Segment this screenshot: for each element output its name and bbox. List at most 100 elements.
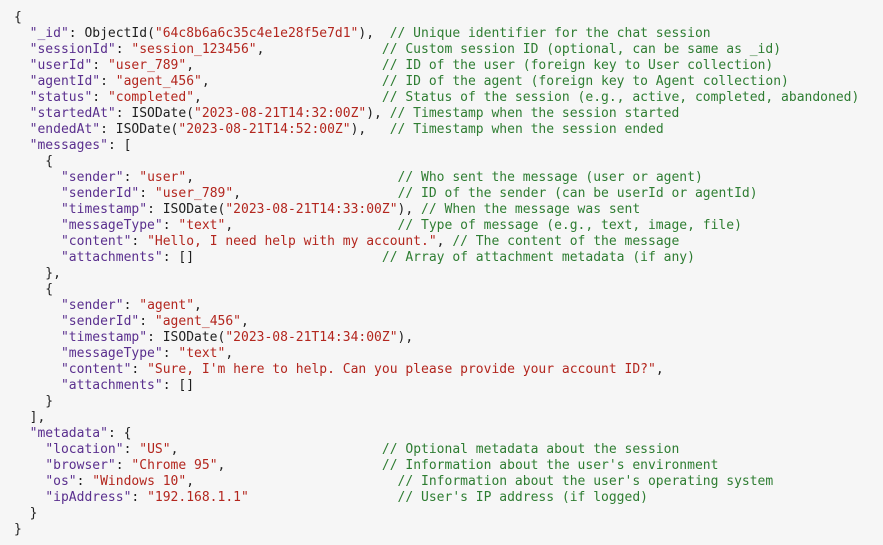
string-value: "Chrome 95" bbox=[131, 458, 218, 473]
code-punctuation: : bbox=[131, 362, 148, 377]
string-value: "session_123456" bbox=[131, 42, 257, 57]
string-value: "US" bbox=[139, 442, 171, 457]
string-value: "agent" bbox=[139, 298, 195, 313]
code-line: }, bbox=[14, 266, 859, 282]
json-key: "sender" bbox=[60, 298, 124, 313]
json-key: "attachments" bbox=[60, 250, 163, 265]
json-key: "sessionId" bbox=[29, 42, 116, 57]
code-line: "browser": "Chrome 95", // Information a… bbox=[14, 458, 859, 474]
code-line: "sender": "user", // Who sent the messag… bbox=[14, 170, 859, 186]
json-key: "endedAt" bbox=[29, 122, 101, 137]
code-punctuation bbox=[14, 202, 61, 217]
code-punctuation: : bbox=[92, 58, 108, 73]
code-line: "timestamp": ISODate("2023-08-21T14:33:0… bbox=[14, 202, 859, 218]
code-comment: // When the message was sent bbox=[421, 202, 641, 217]
json-key: "agentId" bbox=[29, 74, 101, 89]
json-key: "senderId" bbox=[60, 314, 140, 329]
code-punctuation bbox=[14, 74, 30, 89]
json-key: "messages" bbox=[29, 138, 108, 153]
code-block: { "_id": ObjectId("64c8b6a6c35c4e1e28f5e… bbox=[14, 10, 859, 538]
json-key: "timestamp" bbox=[60, 202, 148, 217]
json-key: "sender" bbox=[60, 170, 124, 185]
json-key: "messageType" bbox=[60, 346, 163, 361]
json-key: "status" bbox=[29, 90, 93, 105]
string-value: "agent_456" bbox=[154, 314, 241, 329]
code-comment: // Information about the user's environm… bbox=[381, 458, 719, 473]
code-punctuation: } bbox=[14, 506, 38, 521]
code-comment: // ID of the agent (foreign key to Agent… bbox=[381, 74, 789, 89]
json-key: "os" bbox=[45, 474, 77, 489]
code-punctuation bbox=[14, 490, 45, 505]
json-key: "location" bbox=[45, 442, 124, 457]
code-punctuation: : bbox=[162, 218, 179, 233]
code-punctuation: : bbox=[131, 490, 148, 505]
code-punctuation: , bbox=[201, 74, 382, 89]
code-punctuation: : bbox=[115, 458, 132, 473]
string-value: "text" bbox=[178, 346, 226, 361]
code-comment: // Custom session ID (optional, can be s… bbox=[381, 42, 782, 57]
code-punctuation bbox=[14, 90, 30, 105]
code-punctuation: : [] bbox=[162, 378, 195, 393]
code-punctuation: ), bbox=[366, 106, 390, 121]
code-punctuation bbox=[14, 362, 61, 377]
code-punctuation bbox=[14, 378, 61, 393]
code-line: "messageType": "text", // Type of messag… bbox=[14, 218, 859, 234]
code-line: "startedAt": ISODate("2023-08-21T14:32:0… bbox=[14, 106, 859, 122]
code-punctuation: , bbox=[655, 362, 664, 377]
code-punctuation bbox=[14, 298, 61, 313]
code-punctuation: { bbox=[14, 10, 22, 25]
string-value: "Windows 10" bbox=[92, 474, 187, 489]
json-key: "metadata" bbox=[29, 426, 108, 441]
string-value: "2023-08-21T14:33:00Z" bbox=[225, 202, 398, 217]
string-value: "user_789" bbox=[154, 186, 234, 201]
json-key: "attachments" bbox=[60, 378, 163, 393]
code-line: "messageType": "text", bbox=[14, 346, 859, 362]
code-punctuation: : ObjectId( bbox=[68, 26, 155, 41]
code-punctuation: , bbox=[194, 298, 202, 313]
json-key: "ipAddress" bbox=[45, 490, 132, 505]
code-punctuation bbox=[14, 170, 61, 185]
code-line: "content": "Hello, I need help with my a… bbox=[14, 234, 859, 250]
code-punctuation bbox=[14, 330, 61, 345]
json-key: "messageType" bbox=[60, 218, 163, 233]
json-key: "browser" bbox=[45, 458, 116, 473]
code-line: { bbox=[14, 10, 859, 26]
code-punctuation bbox=[14, 426, 30, 441]
string-value: "192.168.1.1" bbox=[147, 490, 249, 505]
code-line: "messages": [ bbox=[14, 138, 859, 154]
code-line: "userId": "user_789", // ID of the user … bbox=[14, 58, 859, 74]
code-line: } bbox=[14, 506, 859, 522]
code-punctuation: ), bbox=[397, 330, 414, 345]
code-punctuation: : ISODate( bbox=[115, 106, 195, 121]
code-punctuation bbox=[14, 26, 30, 41]
json-key: "content" bbox=[60, 362, 132, 377]
code-punctuation: }, bbox=[14, 266, 61, 281]
code-punctuation: : bbox=[139, 186, 155, 201]
code-line: "status": "completed", // Status of the … bbox=[14, 90, 860, 106]
code-punctuation bbox=[14, 314, 61, 329]
code-line: "location": "US", // Optional metadata a… bbox=[14, 442, 859, 458]
json-key: "timestamp" bbox=[60, 330, 148, 345]
string-value: "2023-08-21T14:32:00Z" bbox=[194, 106, 367, 121]
code-punctuation bbox=[14, 474, 45, 489]
code-punctuation bbox=[14, 234, 61, 249]
string-value: "2023-08-21T14:34:00Z" bbox=[225, 330, 398, 345]
code-line: "ipAddress": "192.168.1.1" // User's IP … bbox=[14, 490, 859, 506]
code-comment: // ID of the user (foreign key to User c… bbox=[381, 58, 774, 73]
code-line: "agentId": "agent_456", // ID of the age… bbox=[14, 74, 859, 90]
code-punctuation: : bbox=[123, 442, 140, 457]
string-value: "2023-08-21T14:52:00Z" bbox=[178, 122, 351, 137]
code-punctuation: : ISODate( bbox=[147, 330, 226, 345]
code-comment: // ID of the sender (can be userId or ag… bbox=[397, 186, 758, 201]
code-punctuation: : bbox=[115, 42, 132, 57]
code-line: "attachments": [] bbox=[14, 378, 859, 394]
code-punctuation: , bbox=[194, 90, 382, 105]
code-punctuation: { bbox=[14, 282, 54, 297]
code-comment: // Unique identifier for the chat sessio… bbox=[389, 26, 711, 41]
code-line: "content": "Sure, I'm here to help. Can … bbox=[14, 362, 859, 378]
code-line: "sender": "agent", bbox=[14, 298, 859, 314]
code-punctuation bbox=[14, 218, 61, 233]
code-line: { bbox=[14, 282, 859, 298]
json-key: "senderId" bbox=[60, 186, 140, 201]
code-line: "os": "Windows 10", // Information about… bbox=[14, 474, 859, 490]
